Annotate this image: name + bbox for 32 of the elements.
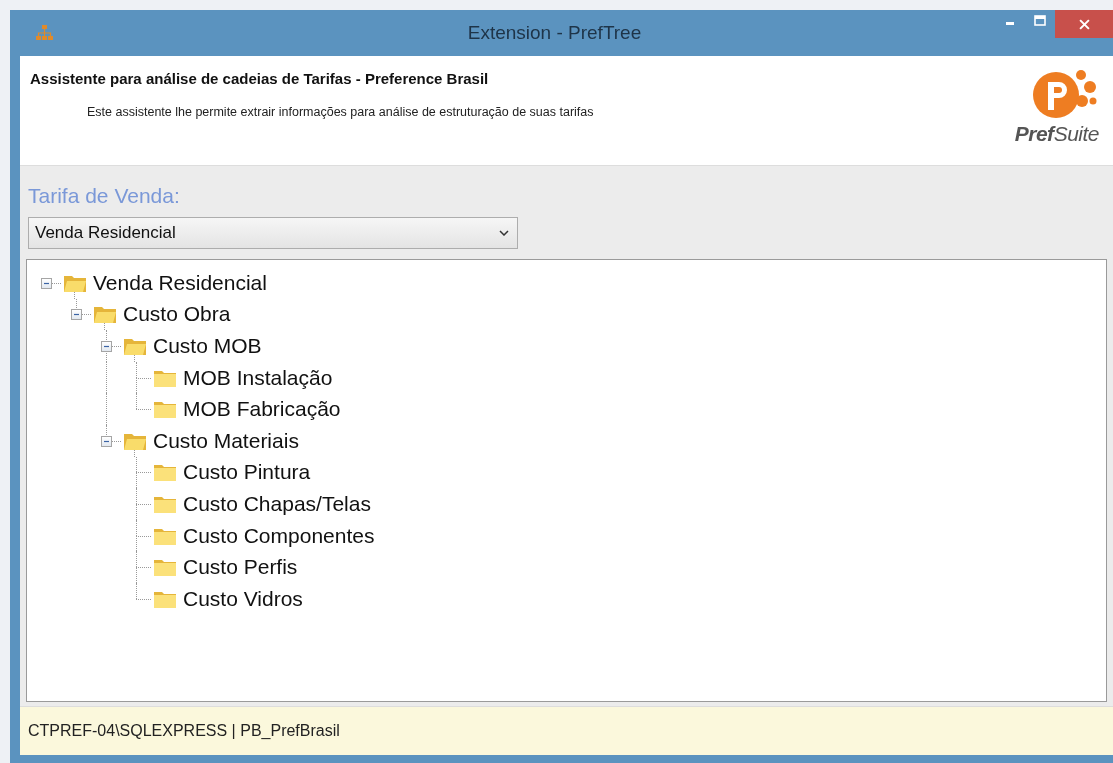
connection-text: CTPREF-04\SQLEXPRESS | PB_PrefBrasil (28, 722, 340, 740)
tree-item[interactable]: Custo Materiais (153, 428, 299, 453)
collapse-icon[interactable] (101, 341, 112, 352)
folder-icon (153, 399, 177, 420)
tree-item[interactable]: MOB Instalação (183, 365, 333, 390)
tree-item[interactable]: Custo Obra (123, 302, 231, 327)
tree-item[interactable]: Custo Pintura (183, 460, 311, 485)
logo-text: PrefSuite (1014, 122, 1099, 146)
folder-icon (93, 304, 117, 325)
maximize-icon (1034, 15, 1046, 27)
tree-item[interactable]: Custo Componentes (183, 523, 375, 548)
field-label: Tarifa de Venda: (28, 184, 181, 208)
window-title: Extension - PrefTree (466, 22, 643, 44)
folder-icon (153, 557, 177, 578)
header-title: Assistente para análise de cadeias de Tarifas - Preference Brasil (30, 70, 490, 87)
tree-item[interactable]: Custo Perfis (183, 555, 298, 580)
folder-icon (123, 336, 147, 356)
tree-item[interactable]: Venda Residencial (93, 270, 267, 295)
close-button[interactable] (1055, 10, 1113, 38)
app-icon (34, 23, 54, 43)
tree-item[interactable]: Custo MOB (153, 334, 262, 358)
tree-item[interactable]: Custo Chapas/Telas (183, 491, 371, 516)
tree-item[interactable]: MOB Fabricação (183, 397, 341, 422)
close-icon (1078, 18, 1090, 30)
collapse-icon[interactable] (101, 435, 112, 447)
collapse-icon[interactable] (41, 277, 52, 289)
collapse-icon[interactable] (71, 309, 82, 321)
header-subtitle: Este assistente lhe permite extrair informações para análise de estruturação de suas tarifas (87, 105, 595, 119)
caret-icon (499, 230, 509, 236)
tariff-dropdown[interactable]: Venda Residencial (28, 217, 518, 249)
tree-item[interactable]: Custo Vidros (183, 586, 303, 611)
folder-icon (153, 462, 177, 483)
